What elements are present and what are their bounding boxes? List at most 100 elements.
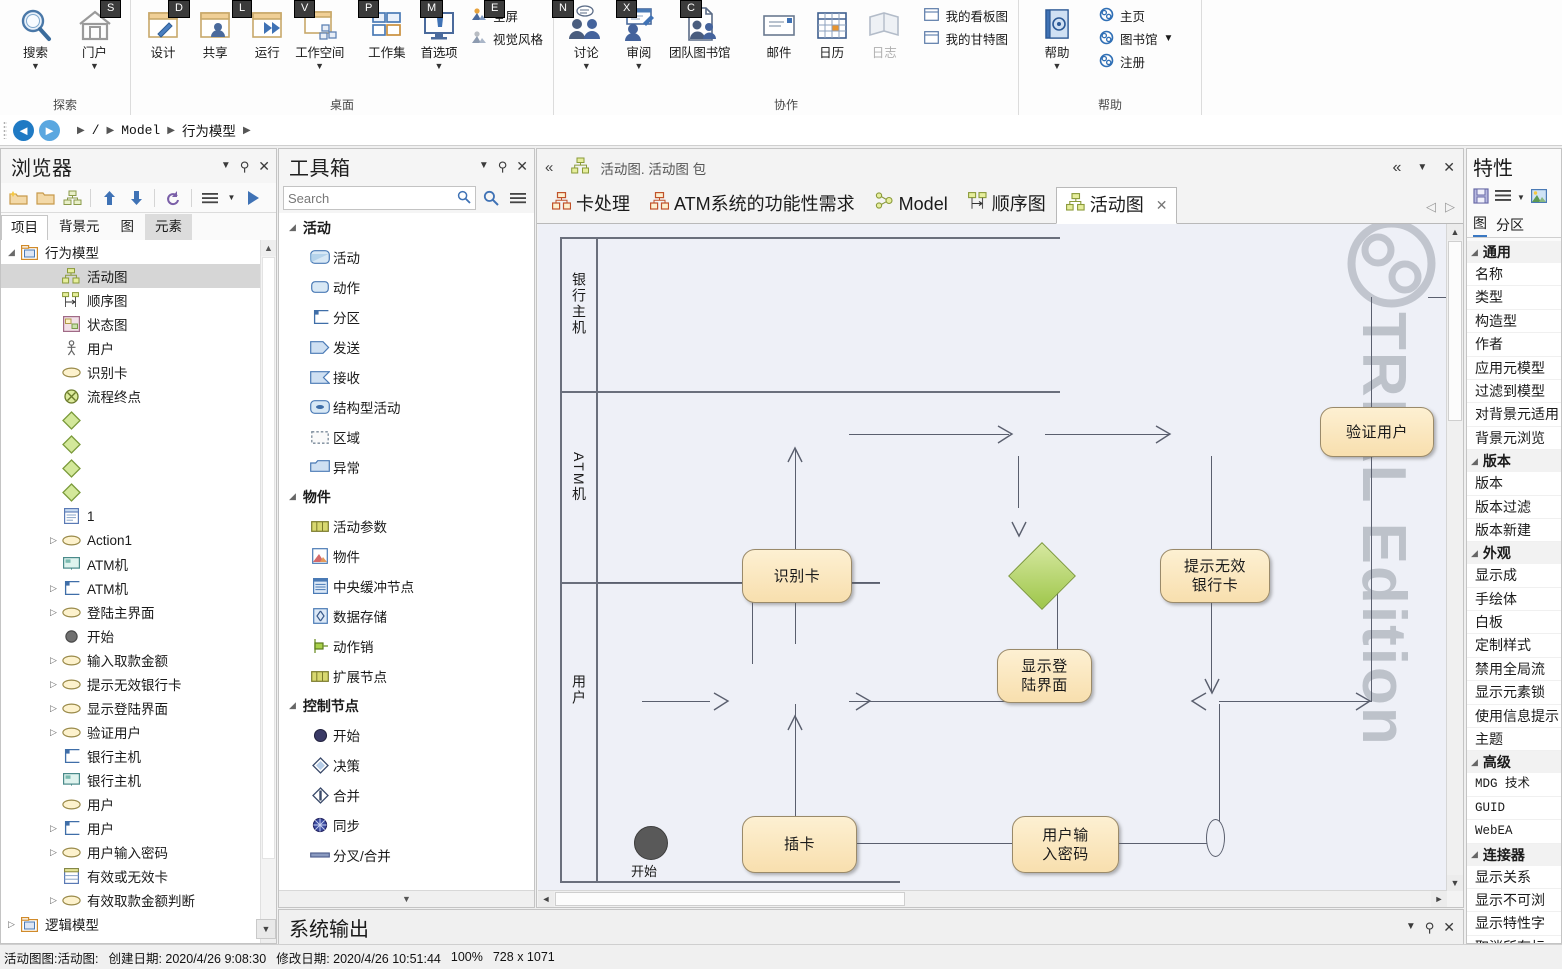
properties-group-0[interactable]: ◢ 通用 <box>1467 241 1561 263</box>
chevron-down-icon[interactable]: ▼ <box>582 61 591 71</box>
tree-item-19[interactable]: ▷ 显示登陆界面 <box>1 696 260 720</box>
diagram-tab-4[interactable]: 活动图 ✕ <box>1055 187 1178 224</box>
properties-row-连接器-3[interactable]: 取消所有标 <box>1467 936 1561 943</box>
properties-row-高级-0[interactable]: MDG 技术 <box>1467 773 1561 797</box>
tree-item-18[interactable]: ▷ 提示无效银行卡 <box>1 672 260 696</box>
ribbon-button-fullscreen[interactable]: 全屏 <box>471 6 543 25</box>
scroll-up-icon[interactable]: ▲ <box>1447 224 1463 240</box>
search-icon[interactable] <box>479 187 503 210</box>
diagram-tab-3[interactable]: 顺序图 <box>958 186 1056 223</box>
tree-item-15[interactable]: ▷ 登陆主界面 <box>1 600 260 624</box>
toolbox-item-活动-6[interactable]: 区域 <box>279 422 534 452</box>
breadcrumb-item-1[interactable]: Model <box>121 123 160 138</box>
search-input[interactable]: Search <box>283 186 476 210</box>
save-icon[interactable] <box>1473 187 1489 207</box>
chevron-right-icon[interactable]: ▷ <box>47 679 60 690</box>
scroll-down-icon[interactable]: ▼ <box>1447 875 1463 891</box>
properties-row-版本-2[interactable]: 版本新建 <box>1467 519 1561 543</box>
menu-icon[interactable] <box>1495 189 1511 205</box>
properties-row-外观-5[interactable]: 显示元素锁 <box>1467 681 1561 705</box>
toolbox-item-控制节点-4[interactable]: 分叉/合并 <box>279 840 534 870</box>
toolbox-item-控制节点-3[interactable]: 同步 <box>279 810 534 840</box>
tree-item-1[interactable]: 活动图 <box>1 264 260 288</box>
move-up-icon[interactable] <box>97 186 121 209</box>
properties-row-版本-1[interactable]: 版本过滤 <box>1467 496 1561 519</box>
tree-item-25[interactable]: ▷ 用户输入密码 <box>1 840 260 864</box>
chevron-down-icon[interactable]: ◢ <box>289 700 296 711</box>
properties-row-外观-6[interactable]: 使用信息提示 <box>1467 705 1561 729</box>
properties-row-高级-2[interactable]: WebEA <box>1467 820 1561 844</box>
chevron-down-icon[interactable]: ▼ <box>221 161 231 171</box>
close-tab-icon[interactable]: ✕ <box>1156 193 1168 217</box>
collapse-icon[interactable]: « <box>1392 159 1401 177</box>
tree-item-10[interactable] <box>1 480 260 504</box>
tree-item-3[interactable]: 状态图 <box>1 312 260 336</box>
toolbox-item-活动-1[interactable]: 动作 <box>279 272 534 302</box>
chevron-right-icon[interactable]: ▷ <box>47 847 60 858</box>
ribbon-button-home[interactable]: 主页 <box>1099 6 1173 25</box>
breadcrumb-item-0[interactable]: / <box>92 123 100 138</box>
dropdown-caret-icon[interactable]: ▼ <box>1417 162 1427 173</box>
node-identify-card[interactable]: 识别卡 <box>742 549 852 603</box>
toolbox-item-物件-3[interactable]: 数据存储 <box>279 601 534 631</box>
properties-row-外观-3[interactable]: 定制样式 <box>1467 634 1561 658</box>
toolbox-item-物件-0[interactable]: 活动参数 <box>279 511 534 541</box>
ribbon-button-mail[interactable]: 邮件 <box>753 2 806 61</box>
chevron-right-icon[interactable]: ▷ <box>47 655 60 666</box>
ribbon-button-journal[interactable]: 日志 <box>858 2 911 61</box>
next-tab-icon[interactable]: ▷ <box>1445 199 1455 215</box>
tree-item-17[interactable]: ▷ 输入取款金额 <box>1 648 260 672</box>
tree-item-27[interactable]: ▷ 有效取款金额判断 <box>1 888 260 912</box>
chevron-down-icon[interactable]: ◢ <box>1471 247 1478 258</box>
open-package-icon[interactable] <box>33 186 57 209</box>
chevron-right-icon[interactable]: ▷ <box>47 607 60 618</box>
properties-group-2[interactable]: ◢ 外观 <box>1467 542 1561 565</box>
menu-icon[interactable] <box>198 186 222 209</box>
chevron-down-icon[interactable]: ▼ <box>479 161 489 171</box>
scroll-up-icon[interactable]: ▲ <box>261 240 276 256</box>
browser-tab-1[interactable]: 背景元 <box>49 214 110 240</box>
chevron-right-icon[interactable]: ▷ <box>47 895 60 906</box>
ribbon-button-my-gantt[interactable]: 我的甘特图 <box>924 29 1008 48</box>
toolbox-item-活动-2[interactable]: 分区 <box>279 302 534 332</box>
merge-node[interactable] <box>1206 819 1225 857</box>
ribbon-button-my-kanban[interactable]: 我的看板图 <box>924 6 1008 25</box>
properties-tab-1[interactable]: 分区 <box>1496 215 1524 237</box>
node-prompt-invalid-card[interactable]: 提示无效 银行卡 <box>1160 549 1270 603</box>
tree-item-11[interactable]: 1 <box>1 504 260 528</box>
tree-item-21[interactable]: 银行主机 <box>1 744 260 768</box>
chevron-down-icon[interactable]: ▼ <box>315 61 324 71</box>
browser-collapse-button[interactable]: ▼ <box>256 919 276 939</box>
back-arrow-icon[interactable]: ◄ <box>13 119 34 141</box>
tree-item-22[interactable]: 银行主机 <box>1 768 260 792</box>
ribbon-button-register[interactable]: 注册 <box>1099 52 1173 71</box>
pin-icon[interactable]: ⚲ <box>1425 921 1435 934</box>
menu-caret-icon[interactable]: ▼ <box>1517 193 1525 202</box>
toolbox-group-2[interactable]: ◢ 控制节点 <box>279 691 534 720</box>
menu-caret-icon[interactable]: ▼ <box>225 186 238 209</box>
image-icon[interactable] <box>1530 188 1547 206</box>
scroll-down-icon[interactable]: ▼ <box>279 890 534 907</box>
scroll-left-icon[interactable]: ◄ <box>538 891 554 907</box>
ribbon-button-library[interactable]: 图书馆 ▼ <box>1099 29 1173 48</box>
node-user-enter-password[interactable]: 用户输 入密码 <box>1012 816 1119 873</box>
toolbox-item-活动-4[interactable]: 接收 <box>279 362 534 392</box>
close-icon[interactable]: ✕ <box>516 159 528 173</box>
properties-row-通用-1[interactable]: 类型 <box>1467 286 1561 310</box>
run-icon[interactable] <box>241 186 265 209</box>
properties-row-连接器-0[interactable]: 显示关系 <box>1467 866 1561 889</box>
properties-tab-0[interactable]: 图 <box>1473 213 1487 237</box>
decision-node[interactable] <box>1008 542 1076 610</box>
tree-item-20[interactable]: ▷ 验证用户 <box>1 720 260 744</box>
chevron-down-icon[interactable]: ▼ <box>1164 33 1174 44</box>
chevron-down-icon[interactable]: ◢ <box>1471 456 1478 467</box>
toolbox-item-物件-4[interactable]: 动作销 <box>279 631 534 661</box>
ribbon-button-visual-style[interactable]: 视觉风格 <box>471 29 543 48</box>
model-views-icon[interactable] <box>60 186 84 209</box>
tree-item-12[interactable]: ▷ Action1 <box>1 528 260 552</box>
diagram-tab-1[interactable]: ATM系统的功能性需求 <box>640 186 865 223</box>
properties-group-3[interactable]: ◢ 高级 <box>1467 751 1561 774</box>
canvas-vertical-scrollbar[interactable]: ▲ ▼ <box>1446 224 1463 891</box>
close-icon[interactable]: ✕ <box>1443 159 1455 176</box>
toolbox-item-物件-1[interactable]: 物件 <box>279 541 534 571</box>
